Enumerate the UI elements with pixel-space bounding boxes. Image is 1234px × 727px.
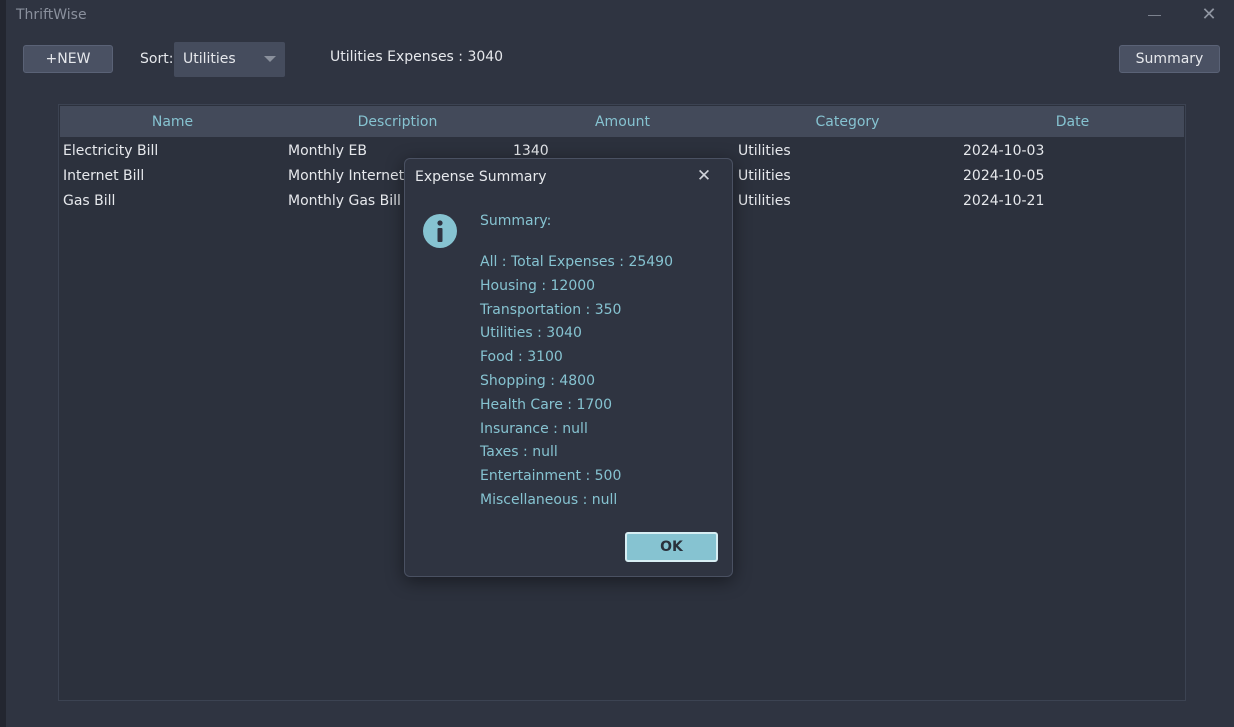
summary-line-shopping: Shopping : 4800 — [480, 372, 595, 389]
dialog-title: Expense Summary — [415, 169, 547, 185]
window-edge — [0, 0, 6, 727]
column-header-date[interactable]: Date — [960, 114, 1185, 130]
summary-line-taxes: Taxes : null — [480, 444, 558, 461]
category-expense-total: Utilities Expenses : 3040 — [330, 49, 504, 65]
app-title: ThriftWise — [16, 7, 87, 23]
close-icon[interactable]: ✕ — [1200, 5, 1218, 25]
column-header-amount[interactable]: Amount — [510, 114, 735, 130]
summary-line-utilities: Utilities : 3040 — [480, 325, 582, 342]
cell-description: Monthly EB — [288, 143, 367, 159]
summary-line-health-care: Health Care : 1700 — [480, 396, 613, 413]
summary-content: Summary: All : Total Expenses : 25490 Ho… — [480, 213, 673, 515]
close-icon[interactable]: ✕ — [694, 166, 714, 186]
chevron-down-icon — [264, 56, 276, 62]
cell-name: Gas Bill — [63, 193, 116, 209]
cell-date: 2024-10-03 — [963, 143, 1045, 159]
column-header-description[interactable]: Description — [285, 114, 510, 130]
cell-date: 2024-10-05 — [963, 168, 1045, 184]
sort-dropdown[interactable]: Utilities — [174, 42, 285, 77]
info-circle-icon — [423, 214, 457, 248]
summary-line-insurance: Insurance : null — [480, 420, 588, 437]
app-window: ThriftWise ✕ +NEW Sort: Utilities Utilit… — [0, 0, 1234, 727]
table-header: Name Description Amount Category Date — [60, 106, 1184, 137]
summary-button[interactable]: Summary — [1119, 45, 1220, 73]
summary-line-entertainment: Entertainment : 500 — [480, 468, 622, 485]
sort-label: Sort: — [140, 51, 174, 67]
summary-line-food: Food : 3100 — [480, 349, 563, 366]
sort-selected-value: Utilities — [183, 51, 236, 67]
ok-button[interactable]: OK — [625, 532, 718, 562]
cell-category: Utilities — [738, 143, 791, 159]
summary-line-total: All : Total Expenses : 25490 — [480, 254, 673, 270]
minimize-icon[interactable] — [1148, 6, 1162, 24]
cell-date: 2024-10-21 — [963, 193, 1045, 209]
title-bar: ThriftWise — [6, 0, 1234, 32]
column-header-name[interactable]: Name — [60, 114, 285, 130]
cell-category: Utilities — [738, 168, 791, 184]
summary-line-transportation: Transportation : 350 — [480, 301, 622, 318]
cell-name: Electricity Bill — [63, 143, 159, 159]
cell-category: Utilities — [738, 193, 791, 209]
summary-line-housing: Housing : 12000 — [480, 277, 596, 294]
summary-line-miscellaneous: Miscellaneous : null — [480, 491, 618, 508]
new-expense-button[interactable]: +NEW — [23, 45, 113, 73]
cell-name: Internet Bill — [63, 168, 145, 184]
cell-amount: 1340 — [513, 143, 549, 159]
summary-heading: Summary: — [480, 213, 552, 229]
expense-summary-dialog: Expense Summary ✕ Summary: All : Total E… — [404, 158, 733, 577]
column-header-category[interactable]: Category — [735, 114, 960, 130]
